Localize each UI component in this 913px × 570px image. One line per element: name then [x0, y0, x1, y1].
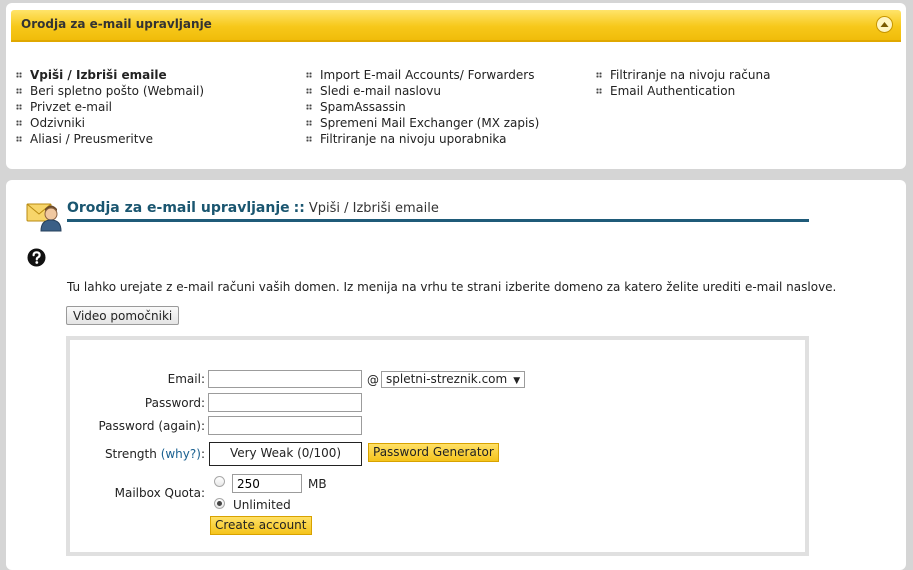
email-user-icon [26, 198, 62, 235]
chevron-up-icon [880, 22, 889, 27]
video-tutorials-button[interactable]: Video pomočniki [66, 306, 180, 325]
password-again-input[interactable] [208, 416, 362, 435]
bullet-icon [16, 135, 22, 142]
main-content-panel: Orodja za e-mail upravljanje:: Vpiši / Iz… [6, 180, 906, 570]
bullet-icon [596, 71, 602, 78]
collapse-button[interactable] [876, 16, 893, 33]
menu-item-label: Filtriranje na nivoju računa [610, 68, 771, 82]
why-link[interactable]: (why?) [161, 447, 201, 461]
quota-size-input[interactable] [232, 474, 302, 493]
bullet-icon [306, 103, 312, 110]
email-label: Email: [167, 372, 205, 386]
menu-column-1: Vpiši / Izbriši emaile Beri spletno pošt… [16, 67, 204, 147]
page-title-main: Orodja za e-mail upravljanje [67, 200, 290, 216]
menu-panel-title: Orodja za e-mail upravljanje [21, 17, 212, 31]
title-separator: :: [293, 200, 305, 216]
menu-item-webmail[interactable]: Beri spletno pošto (Webmail) [16, 83, 204, 99]
bullet-icon [596, 87, 602, 94]
quota-limit-radio[interactable] [214, 476, 225, 487]
password-strength-meter: Very Weak (0/100) [209, 442, 362, 466]
password-label: Password: [144, 396, 205, 410]
bullet-icon [16, 119, 22, 126]
domain-select-value: spletni-streznik.com [386, 372, 508, 386]
menu-item-mx-record[interactable]: Spremeni Mail Exchanger (MX zapis) [306, 115, 539, 131]
menu-item-user-filtering[interactable]: Filtriranje na nivoju uporabnika [306, 131, 539, 147]
menu-item-label: Sledi e-mail naslovu [320, 84, 441, 98]
bullet-icon [306, 71, 312, 78]
password-generator-button[interactable]: Password Generator [368, 443, 499, 462]
help-icon[interactable] [27, 248, 46, 270]
menu-item-label: Email Authentication [610, 84, 736, 98]
mailbox-quota-label: Mailbox Quota: [114, 486, 205, 500]
domain-select[interactable]: spletni-streznik.com ▼ [381, 371, 526, 388]
strength-label: Strength (why?): [70, 447, 205, 461]
page-description: Tu lahko urejate z e-mail računi vaših d… [67, 280, 837, 294]
password-input[interactable] [208, 393, 362, 412]
create-account-button[interactable]: Create account [210, 516, 312, 535]
create-account-form: Email: @ spletni-streznik.com ▼ Password:… [66, 336, 809, 556]
strength-label-colon: : [200, 447, 205, 461]
email-tools-menu-panel: Orodja za e-mail upravljanje Vpiši / Izb… [6, 3, 906, 169]
quota-unit: MB [308, 477, 327, 491]
menu-item-default-email[interactable]: Privzet e-mail [16, 99, 204, 115]
menu-item-add-delete-emails[interactable]: Vpiši / Izbriši emaile [16, 67, 204, 83]
menu-column-3: Filtriranje na nivoju računa Email Authe… [596, 67, 770, 99]
menu-panel-header: Orodja za e-mail upravljanje [11, 10, 901, 42]
bullet-icon [16, 103, 22, 110]
menu-item-label: SpamAssassin [320, 100, 406, 114]
menu-item-label: Import E-mail Accounts/ Forwarders [320, 68, 535, 82]
bullet-icon [16, 87, 22, 94]
menu-item-email-authentication[interactable]: Email Authentication [596, 83, 770, 99]
menu-item-label: Aliasi / Preusmeritve [30, 132, 153, 146]
menu-item-import-accounts[interactable]: Import E-mail Accounts/ Forwarders [306, 67, 539, 83]
bullet-icon [306, 119, 312, 126]
bullet-icon [16, 71, 22, 78]
bullet-icon [306, 87, 312, 94]
menu-item-aliases-forwarders[interactable]: Aliasi / Preusmeritve [16, 131, 204, 147]
at-sign: @ [367, 373, 379, 387]
dropdown-arrow-icon: ▼ [513, 376, 521, 386]
menu-item-account-filtering[interactable]: Filtriranje na nivoju računa [596, 67, 770, 83]
unlimited-label: Unlimited [233, 498, 291, 512]
menu-item-autoresponders[interactable]: Odzivniki [16, 115, 204, 131]
page-title: Orodja za e-mail upravljanje:: Vpiši / Iz… [67, 200, 809, 222]
password-again-label: Password (again): [98, 419, 205, 433]
menu-item-label: Beri spletno pošto (Webmail) [30, 84, 205, 98]
bullet-icon [306, 135, 312, 142]
menu-column-2: Import E-mail Accounts/ Forwarders Sledi… [306, 67, 539, 147]
page-subtitle: Vpiši / Izbriši emaile [308, 201, 439, 216]
menu-item-trace-email[interactable]: Sledi e-mail naslovu [306, 83, 539, 99]
menu-item-spamassassin[interactable]: SpamAssassin [306, 99, 539, 115]
email-username-input[interactable] [208, 370, 362, 388]
strength-label-text: Strength [104, 447, 157, 461]
quota-unlimited-radio[interactable] [214, 498, 225, 509]
menu-item-label: Filtriranje na nivoju uporabnika [320, 132, 507, 146]
menu-item-label: Privzet e-mail [30, 100, 113, 114]
menu-item-label: Odzivniki [30, 116, 86, 130]
menu-item-label: Spremeni Mail Exchanger (MX zapis) [320, 116, 540, 130]
menu-item-label: Vpiši / Izbriši emaile [30, 68, 167, 82]
